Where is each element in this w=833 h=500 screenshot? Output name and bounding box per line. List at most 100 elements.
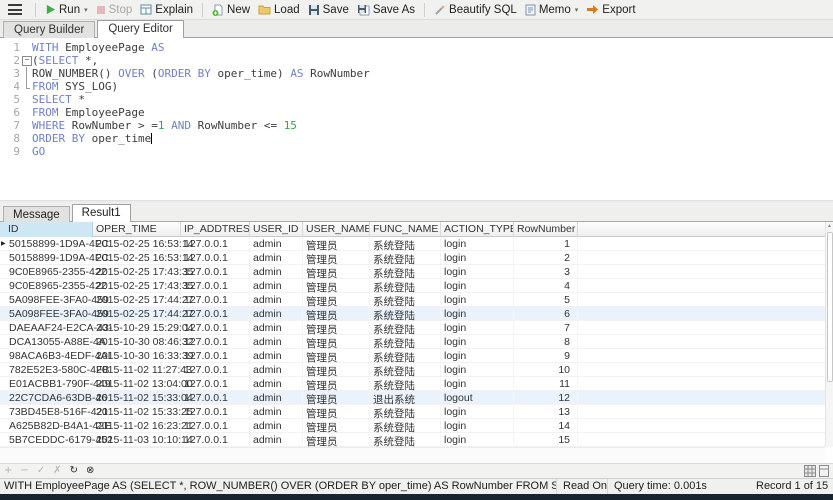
horizontal-scrollbar[interactable] xyxy=(0,447,825,463)
cell[interactable]: 5A098FEE-3FA0-459 xyxy=(0,307,93,321)
cell[interactable]: 2015-02-25 17:44:27 xyxy=(93,293,181,307)
stop-refresh-icon[interactable]: ⊗ xyxy=(86,466,94,476)
cell[interactable]: login xyxy=(441,405,514,419)
cell[interactable]: 127.0.0.1 xyxy=(181,377,250,391)
cell[interactable]: login xyxy=(441,279,514,293)
cell[interactable]: 127.0.0.1 xyxy=(181,251,250,265)
scrollbar-thumb[interactable] xyxy=(827,232,833,382)
cell[interactable]: admin xyxy=(250,433,303,447)
table-row[interactable]: 98ACA6B3-4EDF-4AI2015-10-30 16:33:39127.… xyxy=(0,349,833,363)
new-button[interactable]: New xyxy=(208,2,254,18)
cell[interactable]: 退出系统 xyxy=(370,391,441,405)
sql-editor[interactable]: 1WITH EmployeePage AS2(SELECT *,3ROW_NUM… xyxy=(0,38,833,200)
cell[interactable]: 管理员 xyxy=(303,293,370,307)
cell[interactable]: admin xyxy=(250,237,303,251)
tab-result1[interactable]: Result1 xyxy=(72,204,131,222)
cell[interactable]: 管理员 xyxy=(303,321,370,335)
cell[interactable]: A625B82D-B4A1-42E xyxy=(0,419,93,433)
cell[interactable]: login xyxy=(441,363,514,377)
cell[interactable]: 管理员 xyxy=(303,349,370,363)
column-header-id[interactable]: ID xyxy=(0,222,93,237)
cell[interactable]: 系统登陆 xyxy=(370,363,441,377)
cell[interactable]: login xyxy=(441,237,514,251)
cell[interactable]: 2015-11-02 16:23:21 xyxy=(93,419,181,433)
cell[interactable]: 管理员 xyxy=(303,335,370,349)
cell[interactable]: 管理员 xyxy=(303,265,370,279)
tab-message[interactable]: Message xyxy=(3,206,70,222)
cell[interactable]: 11 xyxy=(514,377,578,391)
load-button[interactable]: Load xyxy=(254,2,304,18)
cell[interactable]: admin xyxy=(250,405,303,419)
cell[interactable]: 127.0.0.1 xyxy=(181,237,250,251)
cell[interactable]: 2015-10-29 15:29:04 xyxy=(93,321,181,335)
cell[interactable]: 127.0.0.1 xyxy=(181,321,250,335)
table-row[interactable]: 22C7CDA6-63DB-462015-11-02 15:33:04127.0… xyxy=(0,391,833,405)
grid-view-icon[interactable] xyxy=(804,465,816,477)
cell[interactable]: 9C0E8965-2355-422 xyxy=(0,265,93,279)
column-header-user_id[interactable]: USER_ID xyxy=(250,222,303,237)
cell[interactable]: 8 xyxy=(514,335,578,349)
cell[interactable]: 系统登陆 xyxy=(370,251,441,265)
cell[interactable]: admin xyxy=(250,391,303,405)
cell[interactable]: 管理员 xyxy=(303,433,370,447)
cell[interactable]: 2015-02-25 17:44:27 xyxy=(93,307,181,321)
run-dropdown-icon[interactable]: ▾ xyxy=(84,6,88,14)
cell[interactable]: admin xyxy=(250,307,303,321)
cell[interactable]: 9 xyxy=(514,349,578,363)
cell[interactable]: admin xyxy=(250,265,303,279)
cell[interactable]: 2015-10-30 08:46:32 xyxy=(93,335,181,349)
cell[interactable]: 127.0.0.1 xyxy=(181,335,250,349)
cell[interactable]: admin xyxy=(250,321,303,335)
cell[interactable]: 98ACA6B3-4EDF-4AI xyxy=(0,349,93,363)
cell[interactable]: 10 xyxy=(514,363,578,377)
cell[interactable]: 2015-02-25 16:53:14 xyxy=(93,251,181,265)
cell[interactable]: login xyxy=(441,307,514,321)
tab-query-builder[interactable]: Query Builder xyxy=(3,21,95,38)
table-row[interactable]: 9C0E8965-2355-4222015-02-25 17:43:35127.… xyxy=(0,279,833,293)
cell[interactable]: 系统登陆 xyxy=(370,279,441,293)
cell[interactable]: admin xyxy=(250,363,303,377)
cell[interactable]: 6 xyxy=(514,307,578,321)
column-header-action_type[interactable]: ACTION_TYPE xyxy=(441,222,514,237)
cell[interactable]: 13 xyxy=(514,405,578,419)
cell[interactable]: 系统登陆 xyxy=(370,307,441,321)
table-row[interactable]: DCA13055-A88E-4A2015-10-30 08:46:32127.0… xyxy=(0,335,833,349)
cell[interactable]: admin xyxy=(250,335,303,349)
table-row[interactable]: 50158899-1D9A-4FC2015-02-25 16:53:14127.… xyxy=(0,251,833,265)
cell[interactable]: 127.0.0.1 xyxy=(181,419,250,433)
cell[interactable]: login xyxy=(441,419,514,433)
cell[interactable]: ▶50158899-1D9A-4FC xyxy=(0,237,93,251)
table-row[interactable]: 73BD45E8-516F-4212015-11-02 15:33:25127.… xyxy=(0,405,833,419)
cell[interactable]: 系统登陆 xyxy=(370,433,441,447)
cell[interactable]: E01ACBB1-790F-449 xyxy=(0,377,93,391)
cell[interactable]: 3 xyxy=(514,265,578,279)
cell[interactable]: logout xyxy=(441,391,514,405)
table-row[interactable]: 5B7CEDDC-6179-4522015-11-03 10:10:14127.… xyxy=(0,433,833,447)
export-button[interactable]: Export xyxy=(582,2,639,18)
cell[interactable]: 15 xyxy=(514,433,578,447)
table-row[interactable]: DAEAAF24-E2CA-43-2015-10-29 15:29:04127.… xyxy=(0,321,833,335)
cell[interactable]: 2015-02-25 16:53:14 xyxy=(93,237,181,251)
cell[interactable]: 2015-11-02 11:27:43 xyxy=(93,363,181,377)
cell[interactable]: 73BD45E8-516F-421 xyxy=(0,405,93,419)
cell[interactable]: 5 xyxy=(514,293,578,307)
cell[interactable]: 127.0.0.1 xyxy=(181,265,250,279)
cell[interactable]: 2015-11-02 13:04:00 xyxy=(93,377,181,391)
cell[interactable]: 127.0.0.1 xyxy=(181,279,250,293)
cell[interactable]: admin xyxy=(250,293,303,307)
cell[interactable]: 2015-11-02 15:33:25 xyxy=(93,405,181,419)
form-view-icon[interactable] xyxy=(819,465,829,477)
cell[interactable]: 50158899-1D9A-4FC xyxy=(0,251,93,265)
refresh-icon[interactable]: ↻ xyxy=(70,466,78,476)
cell[interactable]: 系统登陆 xyxy=(370,293,441,307)
table-row[interactable]: E01ACBB1-790F-4492015-11-02 13:04:00127.… xyxy=(0,377,833,391)
cell[interactable]: 127.0.0.1 xyxy=(181,307,250,321)
scroll-up-icon[interactable]: ▲ xyxy=(826,222,833,230)
memo-dropdown-icon[interactable]: ▾ xyxy=(575,6,579,14)
beautify-sql-button[interactable]: Beautify SQL xyxy=(430,2,521,18)
cell[interactable]: 5A098FEE-3FA0-459 xyxy=(0,293,93,307)
cell[interactable]: 管理员 xyxy=(303,307,370,321)
cell[interactable]: admin xyxy=(250,349,303,363)
cell[interactable]: 127.0.0.1 xyxy=(181,405,250,419)
explain-button[interactable]: Explain xyxy=(136,2,197,18)
